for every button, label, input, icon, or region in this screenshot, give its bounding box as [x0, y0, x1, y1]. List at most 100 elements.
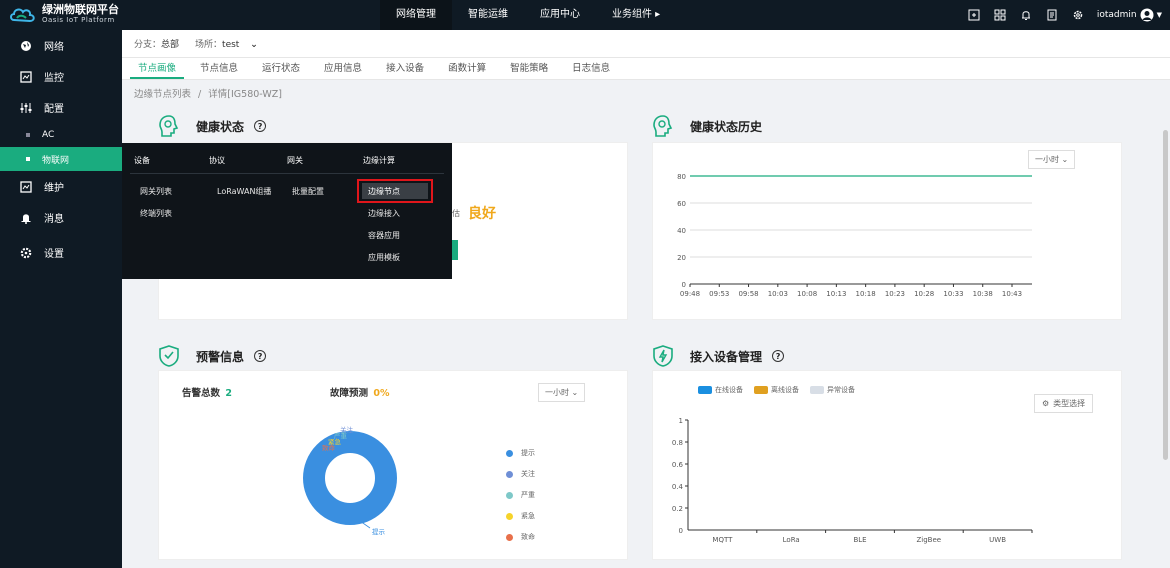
bar-legend-label: 离线设备 — [771, 386, 799, 394]
chevron-down-icon: ⌄ — [1061, 155, 1069, 164]
tab-app-info[interactable]: 应用信息 — [316, 58, 370, 79]
menu-col-head-gateway: 网关 — [287, 156, 303, 165]
user-menu[interactable]: iotadmin ▼ — [1097, 8, 1162, 22]
pie-legend-label: 关注 — [521, 470, 535, 478]
tab-function-compute[interactable]: 函数计算 — [440, 58, 494, 79]
pie-legend-item[interactable]: 关注 — [506, 469, 535, 479]
sidebar-item-label: 网络 — [44, 42, 64, 53]
breadcrumb-current: 详情[IG580-WZ] — [208, 89, 282, 100]
sidebar-item-network[interactable]: 网络 — [0, 30, 122, 61]
type-select-label: 类型选择 — [1053, 399, 1086, 408]
document-icon[interactable] — [1045, 8, 1059, 22]
health-title-text: 健康状态 — [196, 119, 245, 134]
apps-grid-icon[interactable] — [993, 8, 1007, 22]
cloud-logo-icon — [10, 8, 35, 23]
sidebar-item-label: 配置 — [44, 104, 64, 115]
pie-legend-label: 致命 — [521, 533, 535, 541]
wrench-icon — [20, 180, 32, 193]
help-icon[interactable]: ? — [254, 120, 267, 132]
chevron-down-icon: ⌄ — [571, 388, 579, 397]
fullscreen-icon[interactable] — [967, 8, 981, 22]
help-icon[interactable]: ? — [254, 350, 267, 362]
pie-slice — [303, 431, 397, 525]
bell-icon[interactable] — [1019, 8, 1033, 22]
sidebar-item-config[interactable]: 配置 — [0, 92, 122, 123]
x-tick-label: UWB — [989, 536, 1006, 544]
tab-node-profile[interactable]: 节点画像 — [130, 58, 185, 79]
legend-swatch-icon — [698, 386, 712, 394]
branch-filter[interactable]: 分支：总部 — [134, 37, 179, 50]
topnav-business-components[interactable]: 业务组件 ▸ — [596, 0, 676, 30]
sidebar-item-settings[interactable]: 设置 — [0, 237, 122, 268]
y-tick-label: 0.6 — [672, 461, 684, 469]
pie-legend-item[interactable]: 严重 — [506, 490, 535, 500]
alerts-range-select[interactable]: 一小时 ⌄ — [538, 383, 586, 402]
menu-item-batch-config[interactable]: 批量配置 — [292, 186, 324, 197]
tab-running-state[interactable]: 运行状态 — [254, 58, 308, 79]
x-tick-label: 10:18 — [856, 290, 876, 298]
pie-legend-item[interactable]: 紧急 — [506, 511, 535, 521]
sidebar-subitem-ac[interactable]: AC — [0, 123, 122, 147]
bar-legend-item[interactable]: 异常设备 — [810, 385, 855, 395]
help-icon[interactable]: ? — [772, 350, 785, 362]
scrollbar[interactable] — [1163, 130, 1168, 460]
health-history-range-select[interactable]: 一小时 ⌄ — [1028, 150, 1076, 169]
tab-node-info[interactable]: 节点信息 — [192, 58, 246, 79]
gear-icon[interactable] — [1071, 8, 1085, 22]
logo[interactable]: 绿洲物联网平台 Oasis IoT Platform — [8, 4, 119, 26]
topnav-app-center[interactable]: 应用中心 — [524, 0, 596, 30]
menu-item-edge-access[interactable]: 边缘接入 — [368, 208, 400, 219]
pie-legend-item[interactable]: 提示 — [506, 448, 535, 458]
pie-legend-label: 提示 — [521, 449, 535, 457]
menu-item-edge-node[interactable]: 边缘节点 — [368, 186, 400, 197]
pie-callout-label: 致命 — [322, 443, 336, 452]
topnav-network-management[interactable]: 网络管理 — [380, 0, 452, 30]
sidebar-subitem-iot[interactable]: 物联网 — [0, 147, 122, 171]
branch-value: 总部 — [161, 40, 180, 50]
caret-down-icon: ▼ — [1156, 11, 1162, 19]
tab-smart-policy[interactable]: 智能策略 — [502, 58, 556, 79]
alerts-pie-chart: 关注严重紧急致命提示 — [303, 425, 397, 536]
sidebar-item-label: 设置 — [44, 249, 64, 260]
config-mega-menu: 设备 协议 网关 边缘计算 网关列表 终端列表 LoRaWAN组播 批量配置 边… — [122, 143, 452, 279]
sidebar-item-maintenance[interactable]: 维护 — [0, 171, 122, 202]
sidebar-item-label: 维护 — [44, 183, 64, 194]
y-tick-label: 0.2 — [672, 505, 683, 513]
tab-access-devices[interactable]: 接入设备 — [378, 58, 432, 79]
tab-log-info[interactable]: 日志信息 — [564, 58, 618, 79]
app-subtitle: Oasis IoT Platform — [42, 16, 115, 24]
sidebar-item-monitor[interactable]: 监控 — [0, 61, 122, 92]
menu-col-head-devices: 设备 — [134, 156, 150, 165]
menu-item-app-template[interactable]: 应用模板 — [368, 252, 400, 263]
legend-dot-icon — [506, 491, 513, 499]
x-tick-label: ZigBee — [916, 536, 941, 544]
menu-item-gateway-list[interactable]: 网关列表 — [140, 186, 172, 197]
monitor-icon — [20, 70, 32, 83]
bar-legend-item[interactable]: 在线设备 — [698, 385, 743, 395]
x-tick-label: 09:58 — [738, 290, 758, 298]
sidebar-item-label: 监控 — [44, 73, 64, 84]
pie-legend-item[interactable]: 致命 — [506, 532, 535, 542]
bar-legend-item[interactable]: 离线设备 — [754, 385, 799, 395]
menu-item-terminal-list[interactable]: 终端列表 — [140, 208, 172, 219]
tabs: 节点画像 节点信息 运行状态 应用信息 接入设备 函数计算 智能策略 日志信息 — [122, 58, 1170, 80]
breadcrumb-parent[interactable]: 边缘节点列表 — [134, 89, 191, 100]
breadcrumb: 边缘节点列表 / 详情[IG580-WZ] — [134, 86, 282, 100]
site-filter[interactable]: 场所：test ⌄ — [195, 37, 258, 50]
alert-total-label: 告警总数 — [182, 388, 221, 399]
fault-forecast-label: 故障预测 — [330, 388, 369, 399]
legend-dot-icon — [506, 470, 513, 478]
sidebar-item-messages[interactable]: 消息 — [0, 202, 122, 233]
type-select-button[interactable]: ⚙ 类型选择 — [1034, 394, 1094, 413]
y-tick-label: 1 — [679, 417, 683, 425]
x-tick-label: BLE — [853, 536, 866, 544]
pie-legend-label: 紧急 — [521, 512, 535, 520]
menu-item-container-app[interactable]: 容器应用 — [368, 230, 400, 241]
shield-check-icon — [159, 345, 179, 367]
main-content: 分支：总部 场所：test ⌄ 节点画像 节点信息 运行状态 应用信息 接入设备… — [122, 30, 1170, 568]
menu-item-lorawan-multicast[interactable]: LoRaWAN组播 — [217, 186, 271, 197]
x-tick-label: 09:53 — [709, 290, 729, 298]
legend-dot-icon — [506, 512, 513, 520]
topnav-smart-ops[interactable]: 智能运维 — [452, 0, 524, 30]
sidebar: 网络 监控 配置 AC 物联网 维护 消息 设置 — [0, 30, 122, 568]
